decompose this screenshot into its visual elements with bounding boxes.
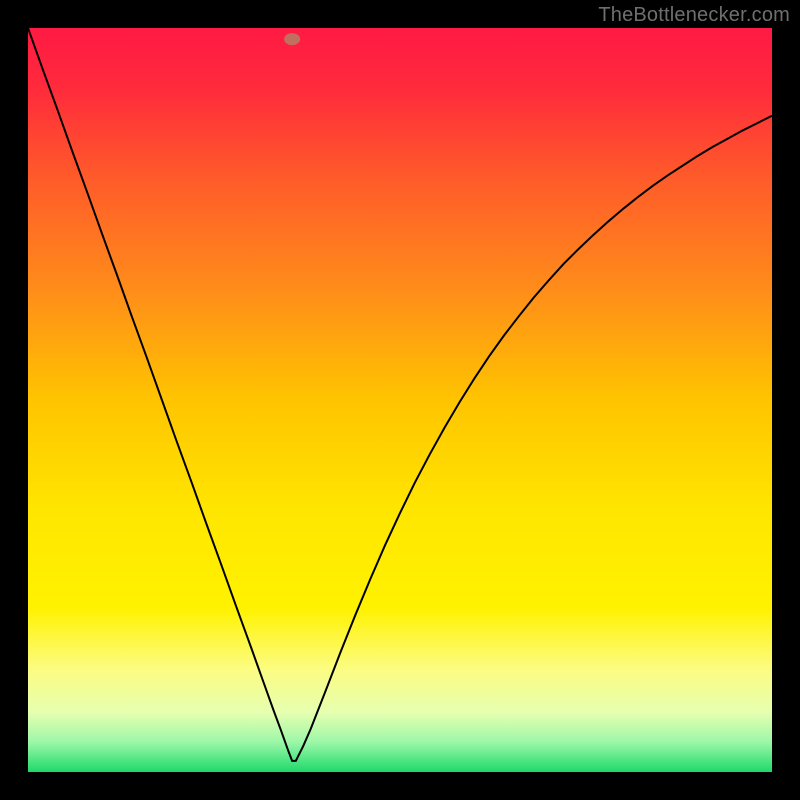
plot-area — [28, 28, 772, 772]
optimum-marker — [284, 33, 300, 45]
gradient-background — [28, 28, 772, 772]
watermark-text: TheBottlenecker.com — [598, 4, 790, 27]
bottleneck-chart — [28, 28, 772, 772]
chart-frame: TheBottlenecker.com — [0, 0, 800, 800]
